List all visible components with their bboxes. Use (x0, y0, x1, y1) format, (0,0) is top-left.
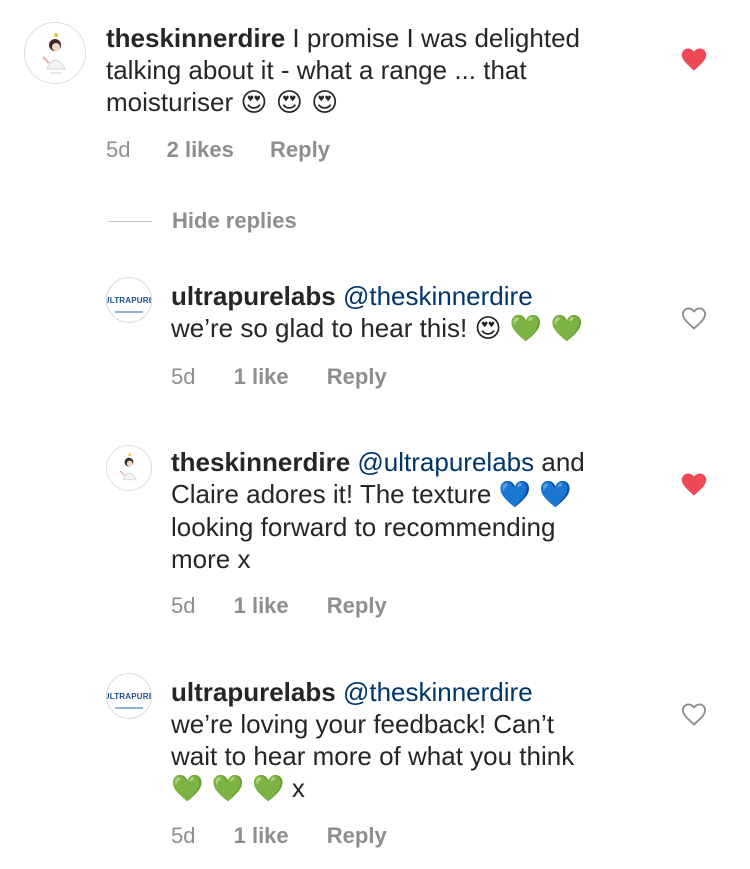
likes-count[interactable]: 1 like (234, 823, 289, 849)
heart-outline-icon[interactable] (680, 701, 708, 727)
avatar-theskinnerdire[interactable] (24, 22, 86, 84)
comment-text-line: more x (171, 544, 251, 574)
comment-text: theskinnerdire I promise I was delighted… (106, 22, 646, 119)
comment-meta: 5d 1 like Reply (171, 823, 387, 849)
ultrapure-logo-text: ULTRAPURE (106, 295, 152, 305)
emoji-group: 💚 💚 💚 (171, 774, 285, 804)
ultrapure-logo-text: ULTRAPURE (106, 691, 152, 701)
comment-text-line: we’re so glad to hear this! (171, 313, 468, 343)
avatar-ultrapurelabs[interactable]: ULTRAPURE (106, 673, 152, 719)
comment-text-line: moisturiser (106, 87, 234, 117)
timestamp: 5d (171, 593, 196, 618)
emoji-group: 😍 💚 💚 (474, 314, 583, 344)
ultrapure-logo-icon: ULTRAPURE (107, 278, 151, 322)
mention-link[interactable]: @theskinnerdire (343, 677, 533, 707)
emoji-group: 😍 😍 😍 (240, 88, 339, 118)
comment-meta: 5d 1 like Reply (171, 364, 387, 390)
comment-username[interactable]: ultrapurelabs (171, 281, 336, 311)
timestamp: 5d (171, 823, 196, 848)
comment-text: ultrapurelabs @theskinnerdire we’re so g… (171, 280, 651, 345)
avatar-illustration-icon (25, 23, 85, 83)
reply-button[interactable]: Reply (327, 593, 387, 619)
reply-button[interactable]: Reply (270, 137, 330, 163)
avatar-theskinnerdire[interactable] (106, 445, 152, 491)
comment-username[interactable]: ultrapurelabs (171, 677, 336, 707)
comment-text: ultrapurelabs @theskinnerdire we’re lovi… (171, 676, 671, 805)
heart-outline-icon[interactable] (680, 305, 708, 331)
comment-text-line: talking about it - what a range ... that (106, 55, 527, 85)
emoji-group: 💙 💙 (498, 480, 572, 510)
comment-meta: 5d 1 like Reply (171, 593, 387, 619)
comment-text-line: Claire adores it! The texture (171, 479, 492, 509)
mention-link[interactable]: @ultrapurelabs (357, 447, 534, 477)
reply-button[interactable]: Reply (327, 823, 387, 849)
timestamp: 5d (171, 364, 196, 389)
logo-bar (115, 311, 143, 313)
comment-text: theskinnerdire @ultrapurelabs and Claire… (171, 446, 651, 575)
hide-replies-divider (108, 221, 152, 222)
comment-username[interactable]: theskinnerdire (106, 23, 285, 53)
ultrapure-logo-icon: ULTRAPURE (107, 674, 151, 718)
comment-text-line: we’re loving your feedback! Can’t (171, 709, 554, 739)
heart-filled-icon[interactable] (680, 471, 708, 497)
comment-text-line: wait to hear more of what you think (171, 741, 575, 771)
avatar-ultrapurelabs[interactable]: ULTRAPURE (106, 277, 152, 323)
reply-button[interactable]: Reply (327, 364, 387, 390)
comment-text-line: and (541, 447, 585, 477)
comment-text-line: looking forward to recommending (171, 512, 556, 542)
avatar-illustration-icon (107, 446, 151, 490)
mention-link[interactable]: @theskinnerdire (343, 281, 533, 311)
logo-bar (115, 707, 143, 709)
hide-replies-label[interactable]: Hide replies (172, 208, 297, 234)
comment-text-line: I promise I was delighted (292, 23, 580, 53)
comment-meta: 5d 2 likes Reply (106, 137, 330, 163)
likes-count[interactable]: 1 like (234, 593, 289, 619)
likes-count[interactable]: 2 likes (167, 137, 234, 163)
comment-text-tail: x (291, 773, 305, 803)
timestamp: 5d (106, 137, 131, 162)
likes-count[interactable]: 1 like (234, 364, 289, 390)
heart-filled-icon[interactable] (680, 46, 708, 72)
comment-username[interactable]: theskinnerdire (171, 447, 350, 477)
